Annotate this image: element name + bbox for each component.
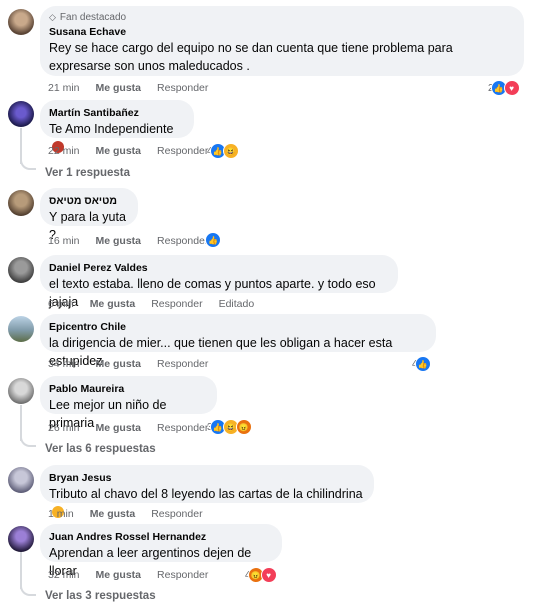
comment-actions: 22 min Me gusta Responder bbox=[48, 145, 208, 157]
avatar[interactable] bbox=[8, 257, 34, 283]
comment-actions: 26 min Me gusta Responder bbox=[48, 422, 208, 434]
comment-author[interactable]: Daniel Perez Valdes bbox=[49, 261, 388, 275]
avatar[interactable] bbox=[8, 101, 34, 127]
angry-icon: 😠 bbox=[235, 419, 252, 435]
reaction-summary[interactable]: 3 👍 😆 😠 bbox=[207, 419, 252, 435]
love-icon: ♥ bbox=[503, 80, 520, 96]
reply-button[interactable]: Responder bbox=[157, 422, 208, 434]
avatar[interactable] bbox=[8, 378, 34, 404]
comment-time[interactable]: 32 min bbox=[48, 569, 80, 581]
view-replies-link[interactable]: Ver las 6 respuestas bbox=[45, 443, 156, 455]
like-button[interactable]: Me gusta bbox=[96, 422, 142, 434]
like-button[interactable]: Me gusta bbox=[90, 298, 136, 310]
like-button[interactable]: Me gusta bbox=[96, 145, 142, 157]
comment-time[interactable]: 34 min bbox=[48, 358, 80, 370]
comment-time[interactable]: 26 min bbox=[48, 422, 80, 434]
diamond-icon: ◇ bbox=[49, 12, 56, 22]
love-icon: ♥ bbox=[260, 567, 277, 583]
comment-time[interactable]: 16 min bbox=[48, 235, 80, 247]
thread-curve bbox=[20, 586, 36, 596]
comment-bubble: ◇ Fan destacado Susana Echave Rey se hac… bbox=[40, 6, 524, 76]
comment-actions: 6 min Me gusta Responder Editado bbox=[48, 298, 254, 310]
like-button[interactable]: Me gusta bbox=[96, 235, 142, 247]
like-button[interactable]: Me gusta bbox=[96, 82, 142, 94]
reply-button[interactable]: Responder bbox=[157, 569, 208, 581]
like-button[interactable]: Me gusta bbox=[96, 358, 142, 370]
comment-actions: 16 min Me gusta Responder bbox=[48, 235, 208, 247]
comment-actions: 32 min Me gusta Responder bbox=[48, 569, 208, 581]
reaction-summary[interactable]: 4 👍 😆 bbox=[207, 143, 239, 159]
comment-actions: 21 min Me gusta Responder bbox=[48, 82, 208, 94]
comment-actions: 1 min Me gusta Responder bbox=[48, 508, 203, 520]
like-button[interactable]: Me gusta bbox=[96, 569, 142, 581]
comment-bubble: מטיאס מטיאס Y para la yuta ? bbox=[40, 188, 138, 242]
comment-bubble: Epicentro Chile la dirigencia de mier...… bbox=[40, 314, 436, 368]
reply-button[interactable]: Responder bbox=[157, 358, 208, 370]
comment-time[interactable]: 22 min bbox=[48, 145, 80, 157]
comment-bubble: Juan Andres Rossel Hernandez Aprendan a … bbox=[40, 524, 282, 578]
reply-button[interactable]: Responder bbox=[151, 508, 202, 520]
comment-bubble: Bryan Jesus Tributo al chavo del 8 leyen… bbox=[40, 465, 374, 518]
comment-actions: 34 min Me gusta Responder bbox=[48, 358, 208, 370]
avatar[interactable] bbox=[8, 9, 34, 35]
like-icon: 👍 bbox=[205, 232, 221, 248]
thread-curve bbox=[20, 160, 36, 170]
thread-curve bbox=[20, 437, 36, 447]
comment-author[interactable]: Bryan Jesus bbox=[49, 471, 364, 485]
reply-button[interactable]: Responder bbox=[157, 235, 208, 247]
comment-author[interactable]: Juan Andres Rossel Hernandez bbox=[49, 530, 272, 544]
comment-bubble: Daniel Perez Valdes el texto estaba. lle… bbox=[40, 255, 398, 309]
comment-author[interactable]: Susana Echave bbox=[49, 25, 514, 39]
comment-bubble: Martín Santibañez Te Amo Independiente bbox=[40, 100, 194, 153]
view-replies-link[interactable]: Ver 1 respuesta bbox=[45, 167, 130, 179]
edited-label[interactable]: Editado bbox=[219, 298, 255, 310]
haha-icon: 😆 bbox=[222, 143, 239, 159]
comment-text: Rey se hace cargo del equipo no se dan c… bbox=[49, 41, 453, 73]
avatar[interactable] bbox=[8, 190, 34, 216]
comment-author[interactable]: Pablo Maureira bbox=[49, 382, 207, 396]
avatar[interactable] bbox=[8, 467, 34, 493]
comment-author[interactable]: Martín Santibañez bbox=[49, 106, 184, 120]
reply-button[interactable]: Responder bbox=[157, 145, 208, 157]
comment-bubble: Pablo Maureira Lee mejor un niño de prim… bbox=[40, 376, 217, 430]
like-icon: 👍 bbox=[414, 356, 431, 372]
thread-line bbox=[20, 552, 22, 589]
comment-time[interactable]: 1 min bbox=[48, 508, 74, 520]
fan-badge-label: Fan destacado bbox=[59, 12, 127, 23]
comment-author[interactable]: Epicentro Chile bbox=[49, 320, 426, 334]
reaction-summary[interactable]: 4 😠 ♥ bbox=[245, 567, 277, 583]
comment-time[interactable]: 21 min bbox=[48, 82, 80, 94]
comment-time[interactable]: 6 min bbox=[48, 298, 74, 310]
thread-line bbox=[20, 128, 22, 164]
thread-line bbox=[20, 405, 22, 441]
view-replies-link[interactable]: Ver las 3 respuestas bbox=[45, 590, 156, 602]
reaction-summary[interactable]: 👍 bbox=[203, 232, 221, 248]
reaction-summary[interactable]: 2 👍 ♥ bbox=[488, 80, 520, 96]
fan-badge: ◇ Fan destacado bbox=[49, 12, 514, 23]
avatar[interactable] bbox=[8, 316, 34, 342]
like-button[interactable]: Me gusta bbox=[90, 508, 136, 520]
reaction-summary[interactable]: 4 👍 bbox=[412, 356, 431, 372]
comment-author[interactable]: מטיאס מטיאס bbox=[49, 194, 128, 208]
avatar[interactable] bbox=[8, 526, 34, 552]
reply-button[interactable]: Responder bbox=[157, 82, 208, 94]
reply-button[interactable]: Responder bbox=[151, 298, 202, 310]
